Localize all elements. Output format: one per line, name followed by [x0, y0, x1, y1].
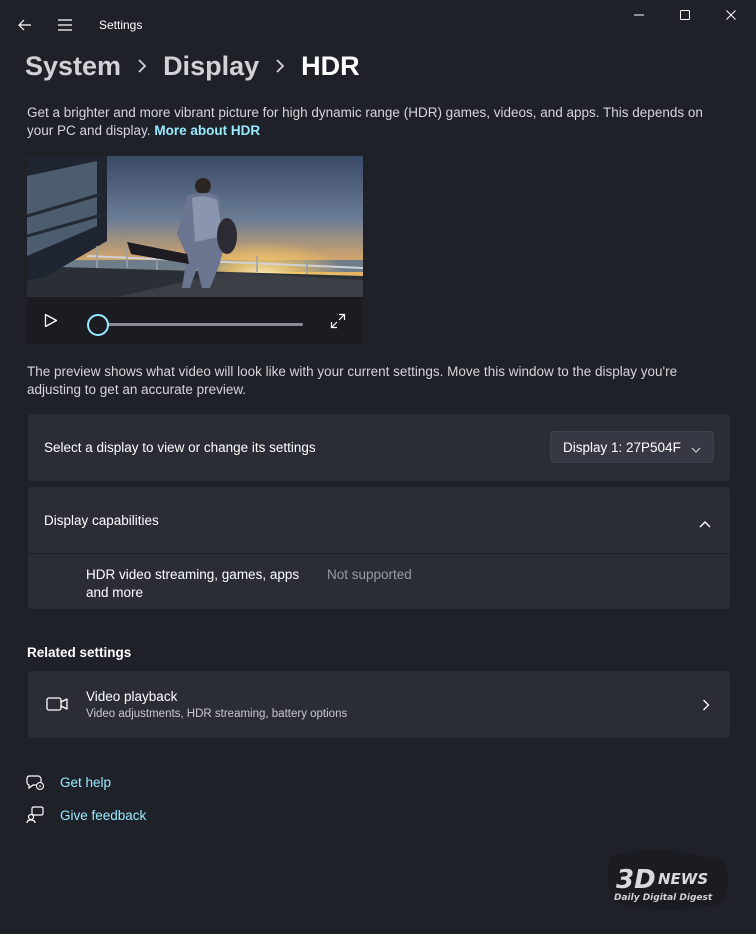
capability-label-line1: HDR video streaming, games, apps [86, 567, 300, 582]
get-help-label: Get help [60, 774, 112, 790]
breadcrumb-system[interactable]: System [25, 51, 121, 82]
close-icon [725, 8, 737, 26]
maximize-icon [679, 8, 691, 26]
svg-text:Daily Digital Digest: Daily Digital Digest [614, 893, 713, 903]
feedback-icon [26, 806, 44, 824]
svg-text:NEWS: NEWS [658, 870, 708, 888]
preview-note: The preview shows what video will look l… [27, 364, 678, 397]
video-camera-icon [46, 696, 68, 717]
help-chat-icon [26, 773, 44, 791]
capability-label: HDR video streaming, games, apps and mor… [86, 566, 299, 602]
chevron-right-icon [702, 698, 710, 716]
display-select-card: Select a display to view or change its s… [28, 414, 730, 481]
display-capabilities-header[interactable]: Display capabilities [28, 487, 730, 553]
display-dropdown[interactable]: Display 1: 27P504F [550, 431, 714, 463]
related-settings-title: Related settings [27, 645, 132, 660]
play-icon[interactable] [44, 313, 58, 333]
display-capabilities-title: Display capabilities [44, 513, 159, 528]
chevron-right-icon [259, 59, 301, 73]
more-about-hdr-link[interactable]: More about HDR [154, 123, 260, 138]
video-playback-card[interactable]: Video playback Video adjustments, HDR st… [28, 671, 730, 738]
hdr-description: Get a brighter and more vibrant picture … [27, 104, 732, 140]
chevron-right-icon [121, 59, 163, 73]
expand-icon[interactable] [330, 313, 346, 334]
seek-thumb[interactable] [87, 314, 109, 336]
hamburger-menu-icon[interactable] [54, 14, 76, 36]
minimize-button[interactable] [626, 6, 652, 28]
give-feedback-label: Give feedback [60, 807, 147, 823]
capability-label-line2: and more [86, 585, 144, 600]
chevron-down-icon [691, 442, 701, 457]
video-controls [27, 297, 363, 344]
video-frame [27, 156, 363, 297]
get-help-link[interactable]: Get help [26, 773, 111, 791]
breadcrumb: System Display HDR [25, 46, 360, 86]
maximize-button[interactable] [672, 6, 698, 28]
display-dropdown-value: Display 1: 27P504F [563, 439, 681, 455]
video-playback-subtitle: Video adjustments, HDR streaming, batter… [86, 708, 348, 720]
video-playback-title: Video playback [86, 689, 178, 704]
window-title: Settings [99, 18, 143, 32]
back-arrow-icon[interactable] [14, 14, 36, 36]
close-button[interactable] [718, 6, 744, 28]
seek-track[interactable] [98, 323, 303, 326]
divider [28, 553, 730, 554]
capability-status: Not supported [327, 567, 412, 582]
hdr-description-text: Get a brighter and more vibrant picture … [27, 105, 703, 138]
page-title: HDR [301, 50, 360, 81]
give-feedback-link[interactable]: Give feedback [26, 806, 146, 824]
minimize-icon [633, 8, 645, 26]
chevron-up-icon[interactable] [699, 515, 711, 533]
3dnews-watermark: 3D NEWS Daily Digital Digest [606, 846, 736, 916]
breadcrumb-display[interactable]: Display [163, 51, 259, 82]
svg-text:3D: 3D [616, 865, 656, 895]
display-select-label: Select a display to view or change its s… [44, 440, 316, 455]
title-bar: Settings [0, 0, 756, 48]
hdr-video-preview [27, 156, 363, 344]
display-capabilities-card: Display capabilities HDR video streaming… [28, 487, 730, 609]
